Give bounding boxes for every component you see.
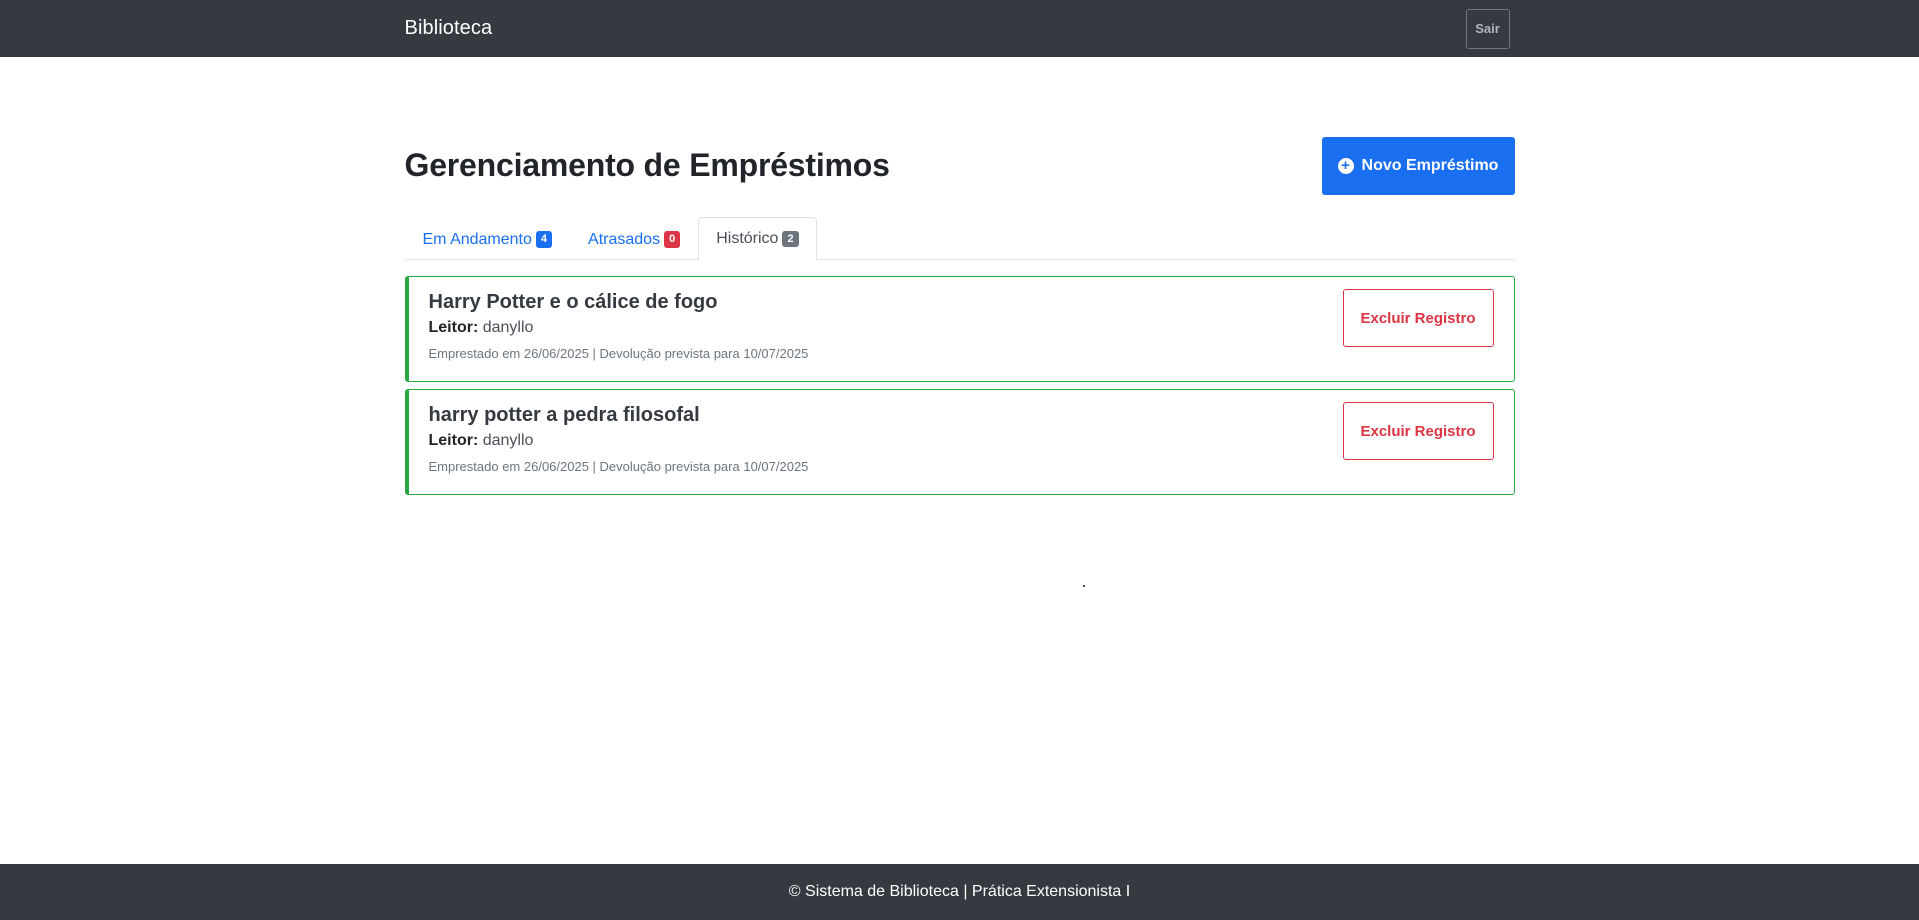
loan-list: Harry Potter e o cálice de fogo Leitor: … <box>404 276 1515 495</box>
tab-label: Histórico <box>716 230 779 247</box>
loan-card: harry potter a pedra filosofal Leitor: d… <box>404 389 1515 495</box>
tab-historico[interactable]: Histórico 2 <box>698 217 817 260</box>
reader-label: Leitor: <box>428 319 479 336</box>
navbar-inner: Biblioteca Sair <box>405 0 1515 57</box>
tab-label: Em Andamento <box>422 230 532 248</box>
loan-dates: Emprestado em 26/06/2025 | Devolução pre… <box>428 346 809 361</box>
reader-label: Leitor: <box>428 432 479 449</box>
brand-link[interactable]: Biblioteca <box>405 17 493 40</box>
reader-name: danyllo <box>482 319 534 336</box>
book-title: Harry Potter e o cálice de fogo <box>428 291 718 313</box>
reader-name: danyllo <box>482 432 534 449</box>
logout-button[interactable]: Sair <box>1465 8 1510 49</box>
navbar: Biblioteca Sair <box>0 0 1919 57</box>
stray-dot <box>1082 585 1085 587</box>
main-content: Gerenciamento de Empréstimos + Novo Empr… <box>404 57 1515 864</box>
count-badge: 0 <box>664 231 681 248</box>
tab-em-andamento[interactable]: Em Andamento 4 <box>405 218 571 260</box>
footer: © Sistema de Biblioteca | Prática Extens… <box>0 864 1919 920</box>
header-row: Gerenciamento de Empréstimos + Novo Empr… <box>404 136 1515 195</box>
loan-card: Harry Potter e o cálice de fogo Leitor: … <box>404 276 1515 382</box>
delete-record-button[interactable]: Excluir Registro <box>1342 289 1494 347</box>
tabs: Em Andamento 4 Atrasados 0 Histórico 2 <box>404 217 1515 260</box>
page: Biblioteca Sair Gerenciamento de Emprést… <box>0 0 1919 920</box>
page-title: Gerenciamento de Empréstimos <box>404 147 890 183</box>
delete-record-button[interactable]: Excluir Registro <box>1342 402 1494 460</box>
count-badge: 2 <box>782 230 799 248</box>
count-badge: 4 <box>535 231 553 248</box>
tab-atrasados[interactable]: Atrasados 0 <box>570 218 698 260</box>
plus-circle-icon: + <box>1337 157 1354 174</box>
reader-line: Leitor: danyllo <box>429 318 1494 338</box>
tab-label: Atrasados <box>588 230 661 248</box>
new-loan-label: Novo Empréstimo <box>1361 156 1499 174</box>
footer-text: © Sistema de Biblioteca | Prática Extens… <box>788 883 1131 900</box>
reader-line: Leitor: danyllo <box>429 431 1494 451</box>
book-title: harry potter a pedra filosofal <box>428 404 700 426</box>
new-loan-button[interactable]: + Novo Empréstimo <box>1321 136 1515 195</box>
loan-dates: Emprestado em 26/06/2025 | Devolução pre… <box>428 459 809 474</box>
